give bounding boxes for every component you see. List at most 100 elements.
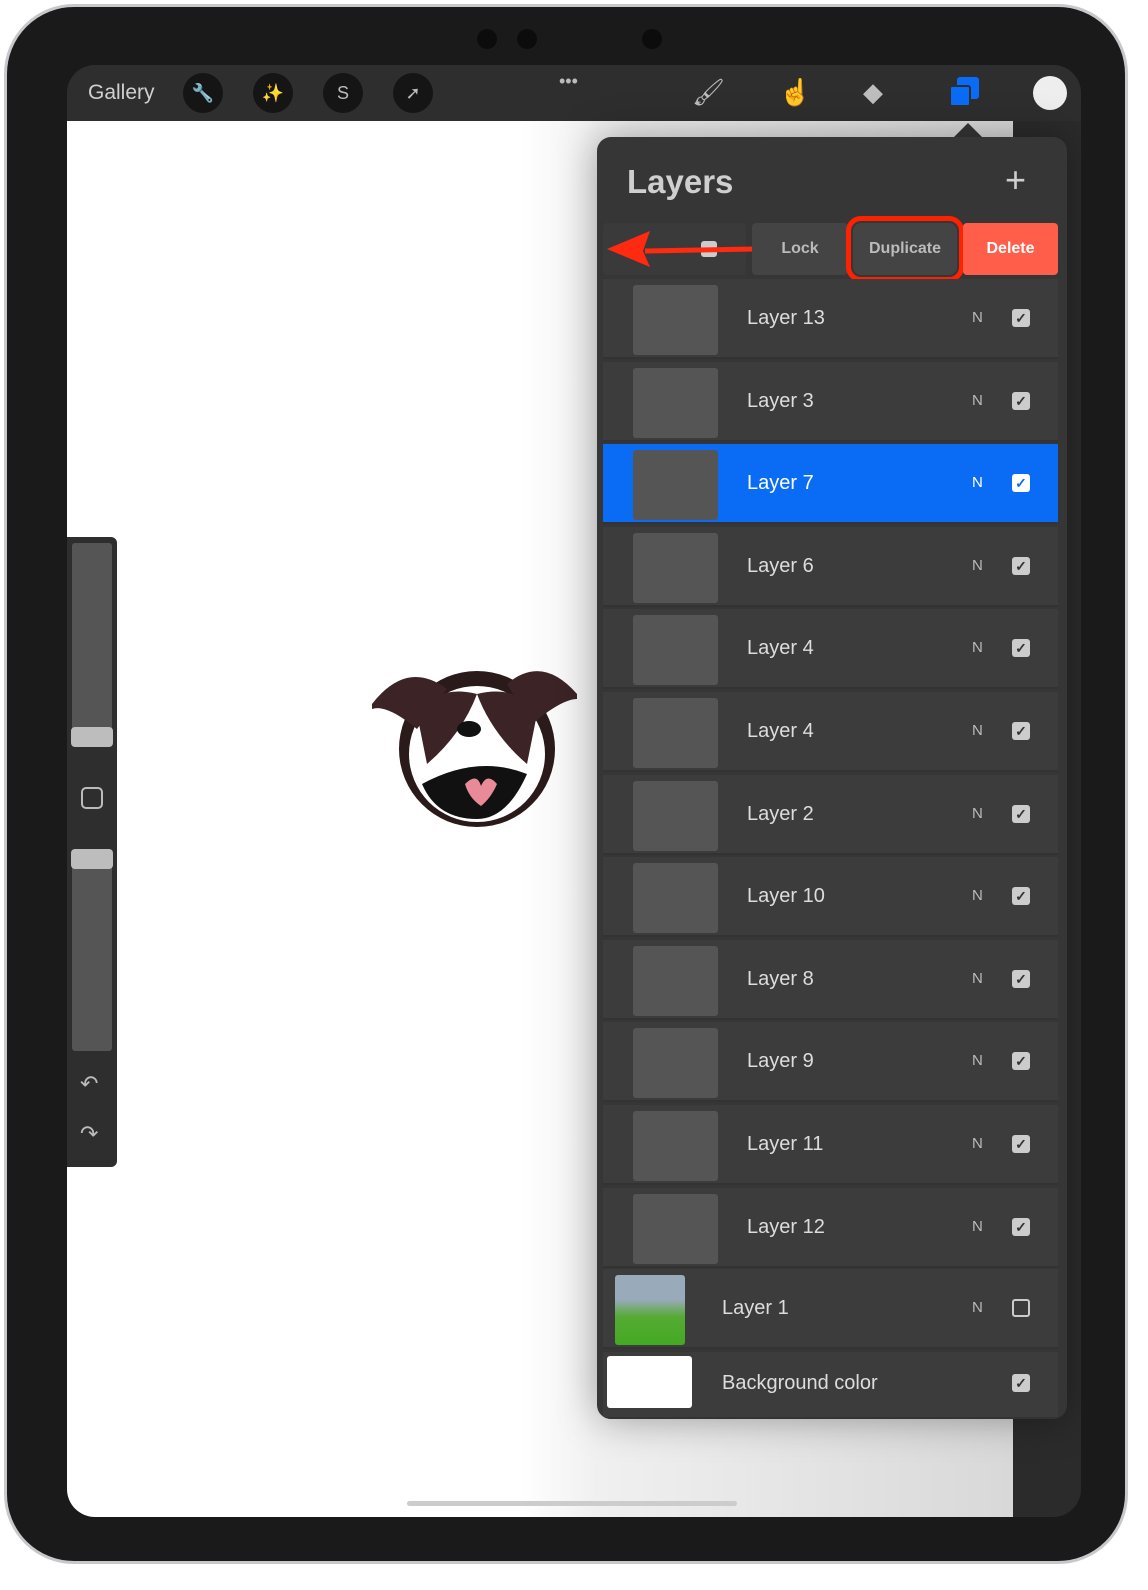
duplicate-button[interactable]: Duplicate: [846, 216, 964, 282]
home-indicator: [407, 1501, 737, 1506]
blend-mode[interactable]: N: [972, 722, 983, 739]
delete-button[interactable]: Delete: [963, 223, 1058, 275]
panel-title: Layers: [627, 163, 734, 200]
blend-mode[interactable]: N: [972, 1135, 983, 1152]
layer-row[interactable]: Layer 4 N ✓: [603, 692, 1058, 772]
layer-thumbnail: [633, 450, 718, 521]
layer-thumbnail: [633, 1193, 718, 1264]
layer-name: Layer 7: [747, 472, 814, 495]
visibility-checkbox[interactable]: ✓: [1012, 391, 1030, 410]
top-toolbar: Gallery 🔧 ✨ S ➚ ••• 🖌 ☝ ◆: [67, 65, 1081, 121]
visibility-checkbox[interactable]: ✓: [1012, 474, 1030, 493]
blend-mode[interactable]: N: [972, 392, 983, 409]
visibility-checkbox[interactable]: ✓: [1012, 309, 1030, 327]
procreate-screen: Gallery 🔧 ✨ S ➚ ••• 🖌 ☝ ◆ ↶ ↷ Layers + L…: [67, 65, 1081, 1517]
visibility-checkbox[interactable]: ✓: [1012, 887, 1030, 906]
layer-thumbnail: [615, 1275, 685, 1345]
color-icon[interactable]: [1033, 76, 1067, 110]
visibility-checkbox[interactable]: ✓: [1012, 804, 1030, 823]
background-color-row[interactable]: Background color ✓: [603, 1352, 1058, 1419]
layer-row[interactable]: Layer 9 N ✓: [603, 1022, 1058, 1103]
dog-drawing: [372, 671, 577, 827]
layer-row[interactable]: Layer 13 N ✓: [603, 279, 1058, 359]
blend-mode[interactable]: N: [972, 887, 983, 904]
layer-thumbnail: [633, 698, 718, 768]
visibility-checkbox[interactable]: ✓: [1012, 556, 1030, 575]
blend-mode[interactable]: N: [972, 309, 983, 326]
layer-row[interactable]: Layer 11 N ✓: [603, 1105, 1058, 1185]
layer-thumbnail: [633, 863, 718, 934]
layers-panel: Layers + Lock Duplicate Delete Layer 13 …: [597, 137, 1067, 1419]
camera: [642, 29, 662, 49]
layer-name: Layer 10: [747, 885, 825, 908]
layer-row[interactable]: Layer 3 N ✓: [603, 361, 1058, 442]
lock-button[interactable]: Lock: [752, 223, 848, 275]
camera: [477, 29, 497, 49]
visibility-checkbox[interactable]: ✓: [1012, 639, 1030, 658]
layer-thumbnail: [633, 1111, 718, 1181]
visibility-checkbox[interactable]: [1012, 1299, 1030, 1317]
layer-row[interactable]: Layer 8 N ✓: [603, 939, 1058, 1020]
layer-name: Layer 11: [747, 1133, 824, 1155]
selection-s-icon[interactable]: S: [323, 73, 363, 113]
layer-name: Layer 8: [747, 967, 814, 990]
magic-wand-icon[interactable]: ✨: [253, 73, 293, 113]
modify-button[interactable]: [81, 787, 103, 809]
blend-mode[interactable]: N: [972, 805, 983, 822]
blend-mode[interactable]: N: [972, 557, 983, 574]
undo-icon[interactable]: ↶: [80, 1071, 98, 1097]
eraser-icon[interactable]: ◆: [863, 77, 883, 108]
brush-icon[interactable]: 🖌: [692, 77, 725, 108]
layer-thumbnail: [633, 285, 718, 355]
layer-row[interactable]: Layer 4 N ✓: [603, 609, 1058, 690]
visibility-checkbox[interactable]: ✓: [1012, 969, 1030, 988]
layer-name: Layer 1: [722, 1297, 789, 1319]
visibility-checkbox[interactable]: ✓: [1012, 722, 1030, 740]
wrench-icon[interactable]: 🔧: [183, 73, 223, 113]
layer-name: Layer 6: [747, 554, 814, 577]
layer-name: Layer 12: [747, 1215, 825, 1238]
blend-mode[interactable]: N: [972, 1299, 983, 1316]
layer-name: Layer 4: [747, 720, 814, 742]
arrow-transform-icon[interactable]: ➚: [393, 73, 433, 113]
blend-mode[interactable]: N: [972, 639, 983, 656]
visibility-checkbox[interactable]: ✓: [1012, 1135, 1030, 1153]
layer-row[interactable]: Layer 2 N ✓: [603, 774, 1058, 855]
more-icon[interactable]: •••: [559, 71, 578, 92]
smudge-icon[interactable]: ☝: [779, 77, 811, 108]
layer-name: Layer 2: [747, 802, 814, 825]
blend-mode[interactable]: N: [972, 970, 983, 987]
blend-mode[interactable]: N: [972, 1052, 983, 1069]
blend-mode[interactable]: N: [972, 1218, 983, 1235]
background-color-swatch[interactable]: [607, 1356, 692, 1408]
blend-mode[interactable]: N: [972, 474, 983, 491]
layer-thumbnail: [633, 532, 718, 603]
layer-thumbnail: [633, 945, 718, 1016]
redo-icon[interactable]: ↷: [80, 1121, 98, 1147]
camera: [517, 29, 537, 49]
brush-size-handle[interactable]: [71, 727, 113, 747]
layer-row[interactable]: Layer 10 N ✓: [603, 857, 1058, 938]
gallery-button[interactable]: Gallery: [88, 81, 155, 105]
opacity-slider[interactable]: [72, 849, 112, 1051]
left-sidebar: ↶ ↷: [67, 537, 117, 1167]
ipad-frame: Gallery 🔧 ✨ S ➚ ••• 🖌 ☝ ◆ ↶ ↷ Layers + L…: [4, 4, 1128, 1564]
layer-thumbnail: [633, 615, 718, 686]
layer-name: Background color: [722, 1372, 878, 1394]
layer-thumbnail: [633, 1028, 718, 1099]
visibility-checkbox[interactable]: ✓: [1012, 1217, 1030, 1236]
layers-icon[interactable]: [949, 77, 981, 109]
visibility-checkbox[interactable]: ✓: [1012, 1052, 1030, 1071]
layer-row[interactable]: Layer 6 N ✓: [603, 526, 1058, 607]
layer-row[interactable]: Layer 1 N: [603, 1269, 1058, 1349]
layer-row[interactable]: Layer 12 N ✓: [603, 1187, 1058, 1268]
visibility-checkbox[interactable]: ✓: [1012, 1374, 1030, 1392]
layer-row[interactable]: Layer 7 N ✓: [603, 444, 1058, 525]
add-layer-button[interactable]: +: [1005, 159, 1026, 201]
brush-size-slider[interactable]: [72, 543, 112, 743]
layer-thumbnail: [633, 780, 718, 851]
layer-thumbnail: [633, 367, 718, 438]
layer-name: Layer 3: [747, 389, 814, 412]
opacity-handle[interactable]: [71, 849, 113, 869]
layer-name: Layer 4: [747, 637, 814, 660]
